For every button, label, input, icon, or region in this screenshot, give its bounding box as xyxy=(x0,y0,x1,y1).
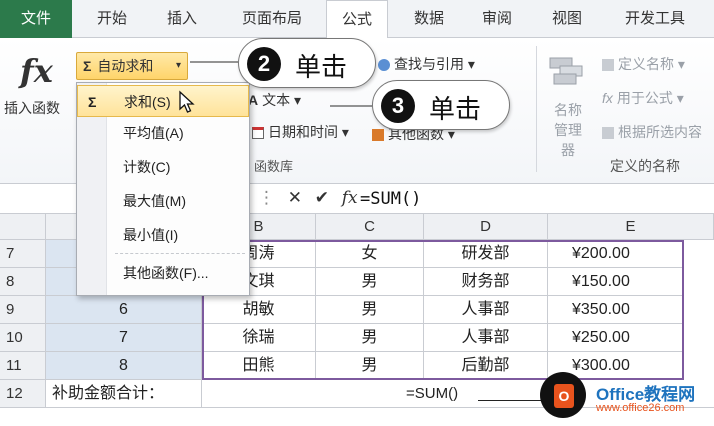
formula-leader-line xyxy=(478,400,542,401)
callout-step-2: 2 单击 xyxy=(238,38,376,88)
watermark-url: www.office26.com xyxy=(596,402,685,414)
step-number-badge: 3 xyxy=(381,89,415,123)
callout-step-3: 3 单击 xyxy=(372,80,510,130)
callout-text: 单击 xyxy=(429,95,482,125)
callout-text: 单击 xyxy=(295,53,348,83)
office-logo-icon: O xyxy=(554,384,574,408)
step-number-badge: 2 xyxy=(247,47,281,81)
